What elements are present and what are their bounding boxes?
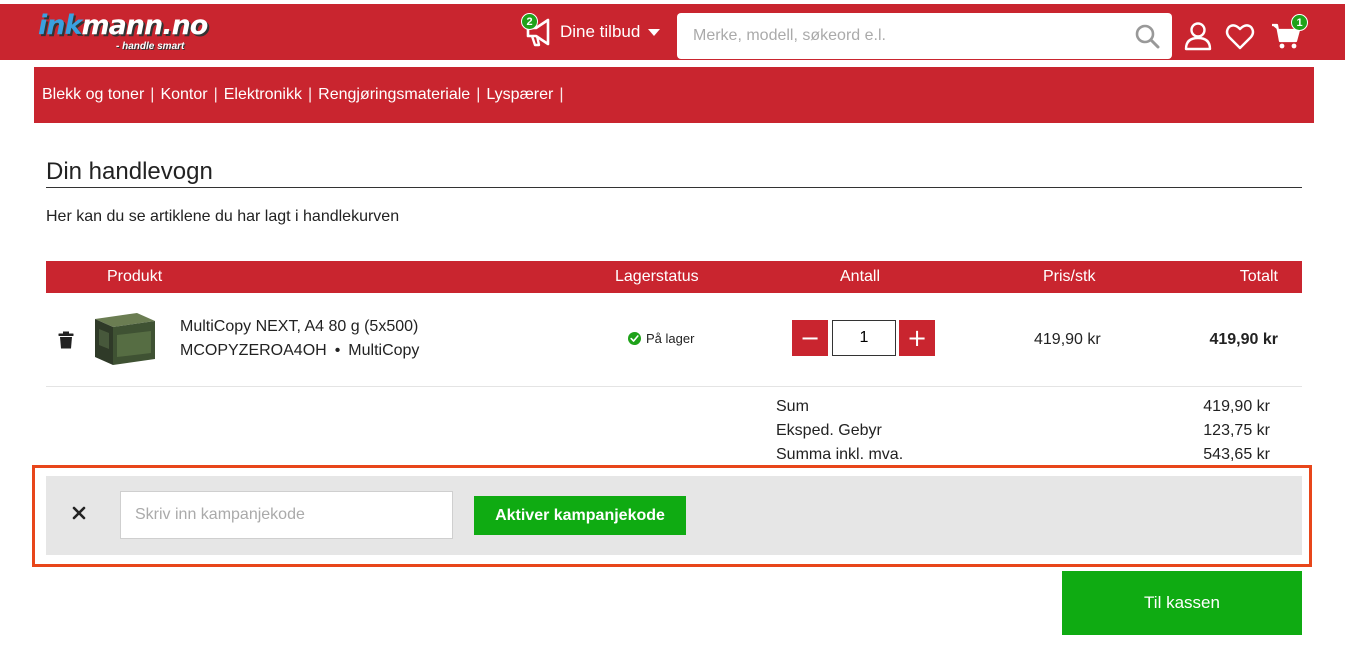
summary-total-label: Summa inkl. mva. (776, 446, 904, 463)
search-icon[interactable] (1134, 23, 1160, 49)
cart-row: MultiCopy NEXT, A4 80 g (5x500) MCOPYZER… (46, 293, 1302, 387)
nav-separator: | (213, 86, 218, 103)
increase-quantity-button[interactable]: + (899, 320, 935, 356)
nav-item-elektronikk[interactable]: Elektronikk (224, 86, 302, 104)
summary-fee-value: 123,75 kr (1203, 422, 1270, 439)
header-quantity: Antall (840, 268, 881, 285)
nav-separator: | (150, 86, 155, 103)
title-divider (46, 187, 1302, 188)
search-bar (677, 13, 1172, 59)
page-title: Din handlevogn (46, 158, 213, 185)
header-stock: Lagerstatus (615, 268, 699, 285)
nav-separator: | (476, 86, 481, 103)
megaphone-icon: 2 (521, 13, 556, 49)
unit-price: 419,90 kr (1034, 331, 1101, 348)
nav-separator: | (559, 86, 564, 103)
top-header: inkmann.no - handle smart 2 Dine tilbud (0, 4, 1345, 60)
header-total: Totalt (1239, 268, 1278, 285)
quantity-input[interactable] (832, 320, 896, 356)
heart-icon[interactable] (1224, 20, 1256, 52)
offers-dropdown[interactable]: 2 Dine tilbud (521, 13, 661, 50)
stock-status: På lager (628, 331, 694, 346)
search-input[interactable] (691, 15, 1134, 57)
check-circle-icon (628, 332, 641, 345)
summary-total-value: 543,65 kr (1203, 446, 1270, 463)
cart-count-badge: 1 (1291, 14, 1308, 31)
product-sku: MCOPYZEROA4OH (180, 342, 327, 359)
checkout-button[interactable]: Til kassen (1062, 571, 1302, 635)
user-icon[interactable] (1182, 20, 1214, 52)
cart-table-header: Produkt Lagerstatus Antall Pris/stk Tota… (46, 261, 1302, 293)
product-image (95, 313, 155, 365)
nav-item-blekk-og-toner[interactable]: Blekk og toner (42, 86, 144, 104)
summary-sum-label: Sum (776, 398, 809, 415)
header-product: Produkt (107, 268, 163, 285)
page-intro: Her kan du se artiklene du har lagt i ha… (46, 208, 400, 225)
product-meta: MCOPYZEROA4OH • MultiCopy (180, 342, 420, 359)
category-nav: Blekk og toner | Kontor | Elektronikk | … (34, 67, 1314, 123)
nav-item-lyspaerer[interactable]: Lyspærer (486, 86, 553, 104)
inkmann-logo[interactable]: inkmann.no - handle smart (38, 10, 208, 54)
decrease-quantity-button[interactable]: − (792, 320, 828, 356)
summary-sum-value: 419,90 kr (1203, 398, 1270, 415)
cart-button[interactable]: 1 (1270, 14, 1308, 52)
product-brand: MultiCopy (348, 342, 420, 359)
offers-count-badge: 2 (521, 13, 538, 30)
nav-item-kontor[interactable]: Kontor (160, 86, 207, 104)
product-name[interactable]: MultiCopy NEXT, A4 80 g (5x500) (180, 318, 418, 336)
chevron-down-icon (648, 28, 661, 36)
offers-label: Dine tilbud (560, 22, 641, 41)
nav-separator: | (307, 86, 313, 103)
header-unit-price: Pris/stk (1043, 268, 1096, 285)
nav-item-rengjoringsmateriale[interactable]: Rengjøringsmateriale (318, 86, 470, 104)
highlight-outline (32, 465, 1312, 567)
summary-fee-label: Eksped. Gebyr (776, 422, 882, 439)
stock-label: På lager (646, 331, 695, 346)
trash-icon[interactable] (58, 331, 74, 349)
row-total: 419,90 kr (1209, 331, 1278, 348)
